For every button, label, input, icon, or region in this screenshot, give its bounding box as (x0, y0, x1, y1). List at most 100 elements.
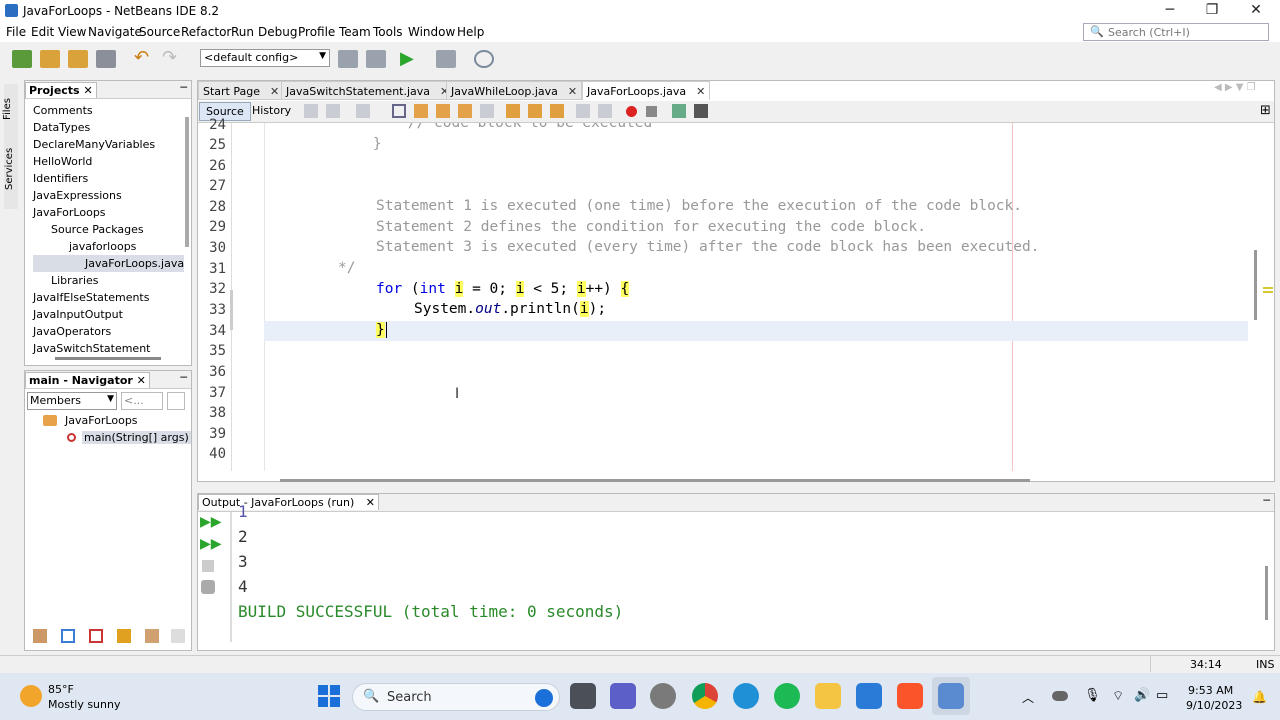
split-editor-icon[interactable]: ⊞ (1260, 103, 1271, 118)
minimize-button[interactable]: ─ (1148, 0, 1192, 22)
projects-hscrollbar[interactable] (55, 357, 161, 360)
undo-icon[interactable]: ↶ (134, 49, 154, 68)
navigator-settings-icon[interactable] (167, 392, 185, 410)
task-view-icon[interactable] (570, 683, 596, 709)
tree-item[interactable]: JavaForLoops (33, 204, 184, 221)
notification-bell-icon[interactable]: 🔔 (1252, 690, 1267, 704)
tab-javawhileloop[interactable]: JavaWhileLoop.java ✕ (446, 81, 583, 100)
open-project-icon[interactable] (68, 50, 88, 68)
clock-time[interactable]: 9:53 AM (1188, 684, 1233, 697)
tree-item[interactable]: DeclareManyVariables (33, 136, 184, 153)
tree-item[interactable]: JavaSwitchStatement (33, 340, 184, 357)
menu-navigate[interactable]: Navigate (88, 25, 142, 39)
tab-start-page[interactable]: Start Page ✕ (198, 81, 285, 100)
find-prev-icon[interactable] (414, 104, 428, 118)
menu-file[interactable]: File (6, 25, 26, 39)
tree-item[interactable]: JavaExpressions (33, 187, 184, 204)
close-tab-icon[interactable]: ✕ (270, 85, 279, 98)
menu-help[interactable]: Help (457, 25, 484, 39)
menu-tools[interactable]: Tools (373, 25, 403, 39)
menu-source[interactable]: Source (139, 25, 180, 39)
tree-item[interactable]: Libraries (33, 272, 184, 289)
windows-start-icon[interactable] (318, 685, 340, 707)
next-bookmark-icon[interactable] (528, 104, 542, 118)
clock-date[interactable]: 9/10/2023 (1186, 699, 1242, 712)
filter-icon[interactable] (33, 629, 47, 643)
show-hidden-icons[interactable]: ︿ (1022, 689, 1034, 706)
weather-desc[interactable]: Mostly sunny (48, 698, 120, 711)
run-icon[interactable]: ▶ (400, 48, 420, 69)
close-button[interactable]: ✕ (1234, 0, 1278, 22)
tree-item[interactable]: HelloWorld (33, 153, 184, 170)
tab-javaforloops[interactable]: JavaForLoops.java ✕ (582, 81, 711, 100)
profile-icon[interactable] (474, 50, 494, 68)
tree-item[interactable]: javaforloops (33, 238, 184, 255)
tree-item[interactable]: JavaInputOutput (33, 306, 184, 323)
lock-icon[interactable] (117, 629, 131, 643)
close-tab-icon[interactable]: ✕ (696, 85, 705, 98)
editor-hscrollbar[interactable] (280, 479, 1030, 482)
onedrive-icon[interactable] (1052, 691, 1068, 701)
editor-vscrollbar[interactable] (1254, 250, 1257, 320)
last-edit-icon[interactable] (304, 104, 318, 118)
tree-item[interactable]: Source Packages (33, 221, 184, 238)
netbeans-taskbar-icon[interactable] (938, 683, 964, 709)
redo-icon[interactable]: ↷ (162, 49, 182, 68)
tree-item[interactable]: DataTypes (33, 119, 184, 136)
navigator-method[interactable]: main(String[] args) (82, 431, 191, 444)
taskbar-search[interactable]: 🔍 Search (352, 683, 560, 711)
find-icon[interactable] (392, 104, 406, 118)
minimize-panel-icon[interactable]: ─ (180, 371, 187, 384)
teams-icon[interactable] (610, 683, 636, 709)
config-select[interactable]: <default config> ▼ (200, 49, 330, 67)
close-tab-icon[interactable]: ✕ (366, 496, 375, 509)
menu-view[interactable]: View (58, 25, 86, 39)
build-icon[interactable] (338, 50, 358, 68)
spotify-icon[interactable] (774, 683, 800, 709)
menu-team[interactable]: Team (339, 25, 371, 39)
new-project-icon[interactable] (40, 50, 60, 68)
tree-item[interactable]: Identifiers (33, 170, 184, 187)
comment-icon[interactable] (672, 104, 686, 118)
stop-icon[interactable] (202, 560, 214, 572)
menu-run[interactable]: Run (231, 25, 254, 39)
menu-window[interactable]: Window (408, 25, 455, 39)
minimize-panel-icon[interactable]: ─ (1263, 494, 1270, 507)
wifi-icon[interactable]: ⌔ (1112, 688, 1124, 704)
prev-bookmark-icon[interactable] (506, 104, 520, 118)
navigator-filter-select[interactable]: <... (121, 392, 163, 410)
tree-item-selected[interactable]: JavaForLoops.java (33, 255, 185, 272)
navigator-class[interactable]: JavaForLoops (65, 414, 138, 427)
chrome-icon[interactable] (692, 683, 718, 709)
output-tab[interactable]: Output - JavaForLoops (run) ✕ (198, 494, 379, 510)
edge-icon[interactable] (733, 683, 759, 709)
stop-macro-icon[interactable] (646, 106, 657, 117)
rerun-icon[interactable]: ▶▶ (200, 514, 222, 530)
forward-icon[interactable] (356, 104, 370, 118)
menu-debug[interactable]: Debug (258, 25, 297, 39)
sort-icon[interactable] (171, 629, 185, 643)
rerun-with-params-icon[interactable]: ▶▶ (200, 536, 222, 552)
file-explorer-icon[interactable] (815, 683, 841, 709)
projects-tab[interactable]: Projects ✕ (25, 82, 97, 98)
menu-refactor[interactable]: Refactor (181, 25, 231, 39)
battery-icon[interactable]: ▭ (1156, 688, 1168, 703)
settings-app-icon[interactable] (650, 683, 676, 709)
services-side-tab[interactable]: Services (4, 148, 15, 190)
maximize-button[interactable]: ❐ (1190, 0, 1234, 22)
fields-icon[interactable] (61, 629, 75, 643)
weather-temp[interactable]: 85°F (48, 683, 74, 696)
tree-item[interactable]: JavaOperators (33, 323, 184, 340)
tab-scroll-arrows[interactable]: ◀ ▶ ▼ ❐ (1214, 82, 1256, 93)
debug-icon[interactable] (436, 50, 456, 68)
tree-item[interactable]: JavaIfElseStatements (33, 289, 184, 306)
menu-edit[interactable]: Edit (31, 25, 54, 39)
record-macro-icon[interactable] (626, 106, 637, 117)
tab-javaswitchstatement[interactable]: JavaSwitchStatement.java ✕ (281, 81, 455, 100)
volume-icon[interactable]: 🔊 (1134, 688, 1150, 703)
vscode-icon[interactable] (856, 683, 882, 709)
output-scrollbar[interactable] (1265, 566, 1268, 620)
new-file-icon[interactable] (12, 50, 32, 68)
projects-scrollbar[interactable] (185, 117, 189, 247)
history-tab[interactable]: History (250, 104, 293, 117)
